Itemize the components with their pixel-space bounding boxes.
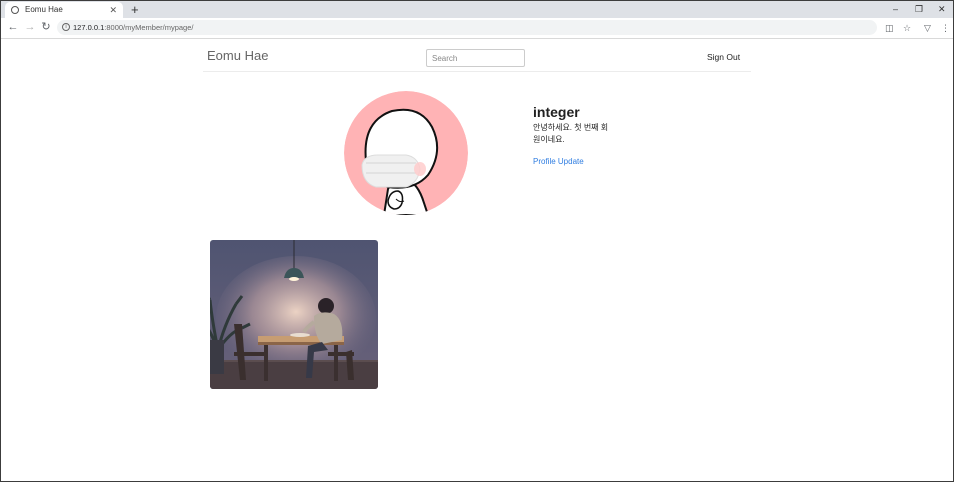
menu-icon[interactable]: ⋮ (941, 21, 950, 35)
post-image (210, 240, 378, 389)
forward-icon[interactable]: → (23, 20, 37, 34)
profile-update-link[interactable]: Profile Update (533, 157, 584, 166)
globe-icon (11, 6, 19, 14)
url-text[interactable]: 127.0.0.1:8000/myMember/mypage/ (73, 20, 194, 35)
profile-username: integer (533, 104, 580, 120)
sign-out-link[interactable]: Sign Out (707, 52, 740, 62)
window-close-icon[interactable]: ✕ (938, 1, 946, 18)
info-icon[interactable]: i (62, 23, 70, 31)
new-tab-button[interactable]: + (131, 1, 139, 18)
site-brand[interactable]: Eomu Hae (207, 48, 268, 63)
browser-window: Eomu Hae ✕ + – ❐ ✕ ← → ↻ i 127.0.0.1:800… (0, 0, 954, 482)
browser-tab[interactable]: Eomu Hae ✕ (5, 2, 123, 18)
bookmark-star-icon[interactable]: ☆ (903, 21, 911, 35)
avatar (344, 91, 468, 215)
url-path: :8000/myMember/mypage/ (104, 23, 194, 32)
nav-divider (203, 71, 751, 72)
avatar-illustration (344, 91, 468, 215)
search-input[interactable] (426, 49, 525, 67)
post-thumbnail[interactable] (210, 240, 378, 389)
url-host: 127.0.0.1 (73, 23, 105, 32)
reload-icon[interactable]: ↻ (39, 20, 53, 34)
restore-icon[interactable]: ❐ (915, 1, 923, 18)
tab-close-icon[interactable]: ✕ (109, 2, 117, 18)
translate-icon[interactable]: ◫ (885, 21, 894, 35)
extension-icon[interactable]: ▽ (924, 21, 931, 35)
address-bar[interactable]: i 127.0.0.1:8000/myMember/mypage/ (57, 20, 877, 35)
minimize-icon[interactable]: – (893, 1, 898, 18)
back-icon[interactable]: ← (6, 20, 20, 34)
tab-title: Eomu Hae (25, 5, 63, 14)
browser-toolbar: ← → ↻ i 127.0.0.1:8000/myMember/mypage/ … (1, 18, 953, 39)
tab-strip: Eomu Hae ✕ + – ❐ ✕ (1, 1, 953, 18)
profile-bio: 안녕하세요. 첫 번째 회원이네요. (533, 123, 609, 144)
